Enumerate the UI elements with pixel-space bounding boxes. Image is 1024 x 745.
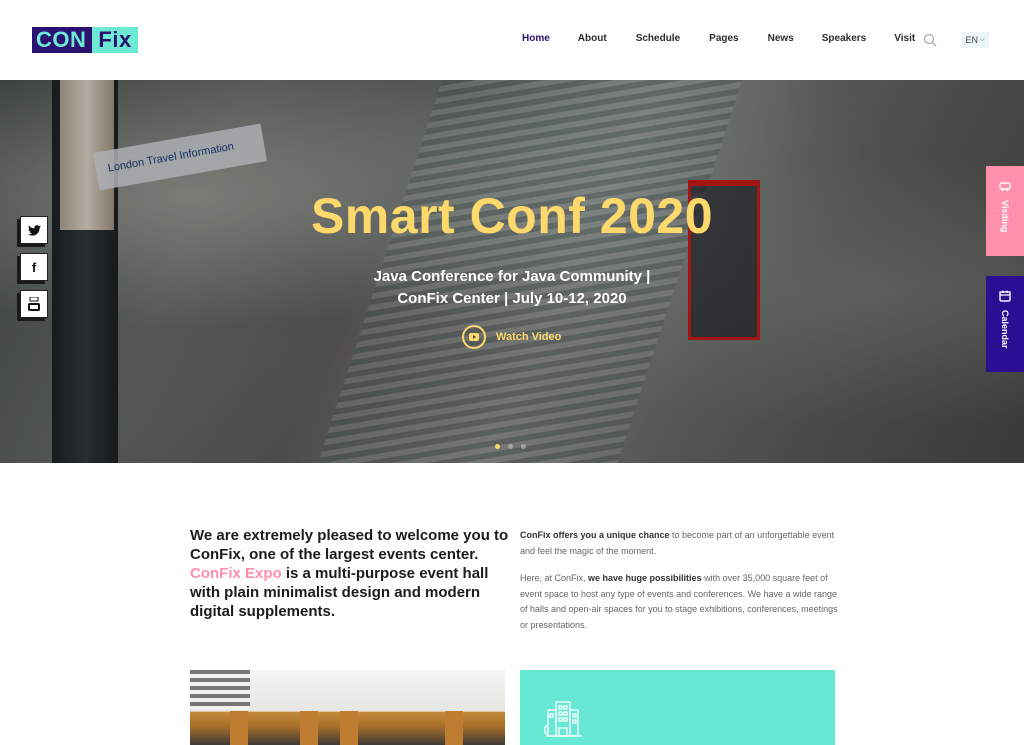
watch-video-button[interactable]: Watch Video: [462, 325, 561, 349]
side-tab-visiting[interactable]: Visiting: [986, 166, 1024, 256]
intro-p2-start: Here, at ConFix,: [520, 573, 589, 583]
play-video-icon: [462, 325, 486, 349]
venue-photo-detail: [230, 711, 248, 745]
facebook-icon: f: [31, 259, 37, 275]
search-icon[interactable]: [923, 33, 937, 47]
language-selector[interactable]: EN ⌵: [961, 32, 989, 48]
nav-visit[interactable]: Visit: [894, 33, 915, 44]
facebook-button[interactable]: f: [20, 253, 48, 281]
side-tab-calendar[interactable]: Calendar: [986, 276, 1024, 372]
chevron-down-icon: ⌵: [979, 36, 985, 43]
slider-dot-2[interactable]: [508, 444, 513, 449]
site-header: CON Fix Home About Schedule Pages News S…: [0, 0, 1024, 80]
language-label: EN: [965, 35, 978, 45]
logo-part-con: CON: [32, 27, 93, 53]
car-icon: [999, 182, 1011, 192]
side-tab-calendar-label: Calendar: [1000, 310, 1010, 349]
nav-pages[interactable]: Pages: [709, 33, 738, 44]
intro-p1-bold: ConFix offers you a unique chance: [520, 530, 670, 540]
side-tab-visiting-label: Visiting: [1000, 200, 1010, 233]
intro-paragraph-1: ConFix offers you a unique chance to bec…: [520, 528, 840, 559]
nav-schedule[interactable]: Schedule: [636, 33, 680, 44]
twitter-button[interactable]: [20, 216, 48, 244]
intro-p2-bold: we have huge possibilities: [588, 573, 702, 583]
hero-title: Smart Conf 2020: [310, 188, 714, 244]
nav-news[interactable]: News: [768, 33, 794, 44]
confix-expo-link[interactable]: ConFix Expo: [190, 565, 282, 582]
nav-speakers[interactable]: Speakers: [822, 33, 866, 44]
venue-info-card: [520, 670, 835, 745]
welcome-heading: We are extremely pleased to welcome you …: [190, 526, 510, 621]
twitter-icon: [27, 224, 41, 236]
venue-photo-detail: [445, 711, 463, 745]
hero-subtitle-line2: ConFix Center | July 10-12, 2020: [397, 290, 627, 307]
calendar-icon: [999, 290, 1011, 302]
nav-home[interactable]: Home: [522, 33, 550, 44]
logo-part-fix: Fix: [92, 27, 138, 53]
slider-dots: [495, 444, 534, 449]
watch-video-label: Watch Video: [496, 331, 562, 343]
nav-about[interactable]: About: [578, 33, 607, 44]
venue-photo-detail: [190, 670, 250, 710]
slider-dot-3[interactable]: [521, 444, 526, 449]
building-icon: [544, 701, 582, 737]
venue-photo-card: [190, 670, 505, 745]
welcome-text-part1: We are extremely pleased to welcome you …: [190, 527, 509, 563]
slider-dot-1[interactable]: [495, 444, 500, 449]
intro-paragraph-2: Here, at ConFix, we have huge possibilit…: [520, 571, 840, 633]
venue-photo-detail: [340, 711, 358, 745]
hero-subtitle-line1: Java Conference for Java Community |: [373, 268, 651, 285]
main-nav: Home About Schedule Pages News Speakers …: [522, 33, 915, 44]
logo[interactable]: CON Fix: [32, 27, 138, 53]
venue-photo-detail: [300, 711, 318, 745]
intro-description: ConFix offers you a unique chance to bec…: [520, 528, 840, 645]
youtube-button[interactable]: [20, 290, 48, 318]
social-links: f: [20, 216, 48, 327]
hero-subtitle: Java Conference for Java Community | Con…: [0, 266, 1024, 310]
youtube-icon: [28, 297, 40, 311]
